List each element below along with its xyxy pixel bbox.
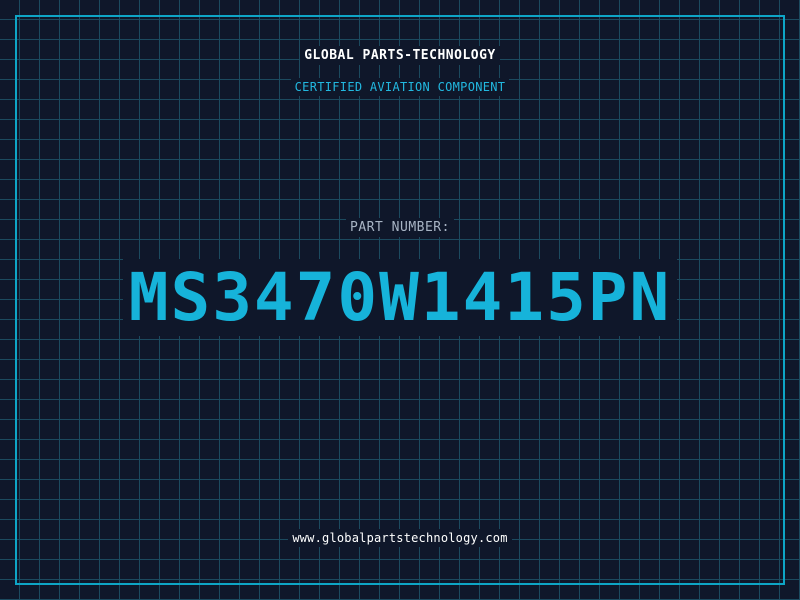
website-link-text[interactable]: www.globalpartstechnology.com [288,529,512,547]
company-name-text: GLOBAL PARTS-TECHNOLOGY [300,46,500,65]
certification-line: CERTIFIED AVIATION COMPONENT [0,78,800,96]
part-number-label-text: PART NUMBER: [346,218,454,237]
part-label-card: GLOBAL PARTS-TECHNOLOGY CERTIFIED AVIATI… [0,0,800,600]
part-number-value-text: MS3470W1415PN [122,259,678,336]
certification-text: CERTIFIED AVIATION COMPONENT [290,78,510,96]
website-link[interactable]: www.globalpartstechnology.com [0,529,800,547]
part-number-value: MS3470W1415PN [0,258,800,338]
part-number-label: PART NUMBER: [0,218,800,237]
company-name: GLOBAL PARTS-TECHNOLOGY [0,46,800,65]
